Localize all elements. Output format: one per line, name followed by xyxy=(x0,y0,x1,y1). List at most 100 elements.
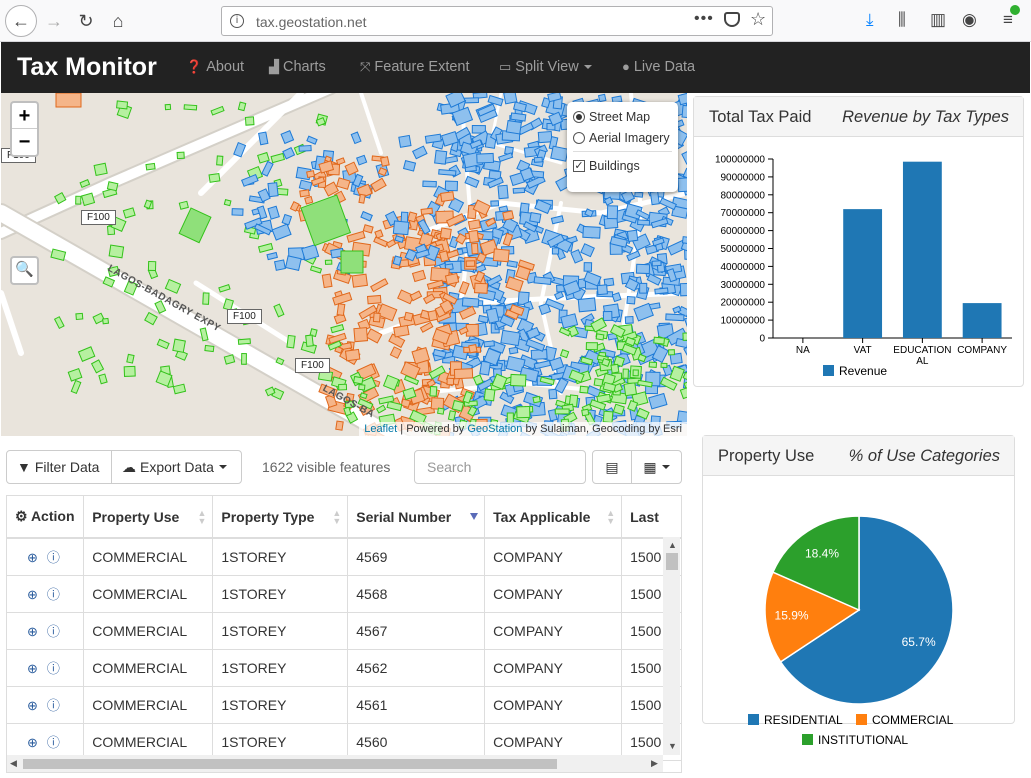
site-info-icon[interactable]: i xyxy=(230,14,244,28)
layer-street-map[interactable]: Street Map xyxy=(573,106,672,127)
reload-icon[interactable]: ↻ xyxy=(70,5,102,37)
address-bar[interactable]: i tax.geostation.net ••• ☆ xyxy=(221,6,773,36)
columns-grid-icon[interactable]: ▦ xyxy=(631,450,682,484)
scroll-right-icon[interactable]: ▶ xyxy=(651,758,658,769)
page-actions-icon[interactable]: ••• xyxy=(694,10,714,28)
scroll-left-icon[interactable]: ◀ xyxy=(10,758,17,769)
bar-educational[interactable] xyxy=(902,161,942,338)
column-header-label: Property Type xyxy=(221,508,315,525)
sidebar-icon[interactable]: ▥ xyxy=(930,10,946,30)
account-icon[interactable]: ◉ xyxy=(962,10,977,30)
filter-data-button[interactable]: ▼ Filter Data xyxy=(6,450,112,484)
x-tick-label: AL xyxy=(916,356,929,367)
info-icon[interactable]: ⓘ xyxy=(47,624,60,639)
column-header-tax-applicable[interactable]: Tax Applicable ▲ ▼ xyxy=(484,496,623,539)
bookmark-star-icon[interactable]: ☆ xyxy=(750,9,766,30)
map-search-icon[interactable]: 🔍 xyxy=(10,256,39,285)
library-icon[interactable]: ⫼ xyxy=(898,10,906,30)
back-arrow-icon[interactable]: ← xyxy=(5,5,37,37)
panel-heading: Property Use % of Use Categories xyxy=(703,436,1014,476)
export-data-button[interactable]: ☁ Export Data xyxy=(111,450,242,484)
layer-aerial-imagery[interactable]: Aerial Imagery xyxy=(573,127,672,148)
search-input[interactable]: Search xyxy=(414,450,586,484)
nav-split-view[interactable]: ▭ Split View xyxy=(499,59,592,75)
info-icon[interactable]: ⓘ xyxy=(47,735,60,750)
scroll-up-icon[interactable]: ▲ xyxy=(668,540,677,550)
table-row[interactable]: ⊕ ⓘ COMMERCIAL 1STOREY 4569 COMPANY 1500 xyxy=(7,538,681,576)
visible-features-count: 1622 visible features xyxy=(262,459,391,475)
y-tick-label: 60000000 xyxy=(721,226,766,237)
row-actions: ⊕ ⓘ xyxy=(7,538,85,576)
y-tick-label: 30000000 xyxy=(721,280,766,291)
table-cell: COMPANY xyxy=(484,649,623,687)
nav-live-data[interactable]: ● Live Data xyxy=(622,59,695,75)
nav-charts-label: Charts xyxy=(283,59,326,75)
question-circle-icon: ❓ xyxy=(186,59,203,74)
zoom-out-button[interactable]: − xyxy=(12,129,37,155)
nav-charts[interactable]: ▟ Charts xyxy=(269,59,326,75)
bar-company[interactable] xyxy=(962,303,1002,338)
panel-title: Total Tax Paid xyxy=(709,108,812,126)
bar-vat[interactable] xyxy=(843,209,883,338)
info-icon[interactable]: ⓘ xyxy=(47,698,60,713)
column-header-last[interactable]: Last xyxy=(621,496,681,539)
nav-feature-extent[interactable]: ⤧ Feature Extent xyxy=(360,59,470,75)
table-cell: 4561 xyxy=(347,686,486,724)
zoom-to-icon[interactable]: ⊕ xyxy=(27,735,38,750)
vertical-scroll-thumb[interactable] xyxy=(666,553,678,570)
legend-label: RESIDENTIAL xyxy=(764,713,843,727)
nav-about[interactable]: ❓ About xyxy=(186,59,244,75)
table-row[interactable]: ⊕ ⓘ COMMERCIAL 1STOREY 4561 COMPANY 1500 xyxy=(7,686,681,724)
x-tick-label: EDUCATION xyxy=(893,345,951,356)
table-row[interactable]: ⊕ ⓘ COMMERCIAL 1STOREY 4562 COMPANY 1500 xyxy=(7,649,681,687)
layer-aerial-imagery-label: Aerial Imagery xyxy=(589,130,670,145)
pocket-icon[interactable] xyxy=(724,12,740,27)
pie-value-label: 15.9% xyxy=(775,609,809,623)
leaflet-link[interactable]: Leaflet xyxy=(364,423,397,435)
zoom-to-icon[interactable]: ⊕ xyxy=(27,587,38,602)
download-icon[interactable]: ⤓ xyxy=(866,10,874,30)
column-header-property-use[interactable]: Property Use ▲ ▼ xyxy=(83,496,214,539)
y-tick-label: 100000000 xyxy=(715,155,765,166)
column-header-label: Last xyxy=(630,508,659,525)
radio-street-map[interactable] xyxy=(573,110,585,123)
horizontal-scroll-thumb[interactable] xyxy=(23,759,557,769)
zoom-to-icon[interactable]: ⊕ xyxy=(27,661,38,676)
forward-arrow-icon[interactable]: → xyxy=(38,5,70,37)
home-icon[interactable]: ⌂ xyxy=(102,5,134,37)
checkbox-buildings[interactable]: ✓ xyxy=(573,159,585,172)
column-header-action[interactable]: ⚙ Action xyxy=(7,496,85,539)
table-row[interactable]: ⊕ ⓘ COMMERCIAL 1STOREY 4567 COMPANY 1500 xyxy=(7,612,681,650)
attribution-text: | Powered by xyxy=(397,423,468,435)
info-icon[interactable]: ⓘ xyxy=(47,661,60,676)
list-view-icon[interactable]: ▤ xyxy=(592,450,632,484)
panel-heading: Total Tax Paid Revenue by Tax Types xyxy=(694,97,1023,137)
brand-title[interactable]: Tax Monitor xyxy=(17,53,157,82)
sort-icon: ▲ ▼ xyxy=(197,508,207,526)
layer-buildings[interactable]: ✓ Buildings xyxy=(573,155,672,176)
table-cell: COMMERCIAL xyxy=(83,575,214,613)
info-icon[interactable]: ⓘ xyxy=(47,550,60,565)
legend-swatch xyxy=(802,734,813,745)
geostation-link[interactable]: GeoStation xyxy=(467,423,522,435)
zoom-to-icon[interactable]: ⊕ xyxy=(27,698,38,713)
legend-label: COMMERCIAL xyxy=(872,713,954,727)
update-badge-icon xyxy=(1010,5,1020,15)
y-tick-label: 70000000 xyxy=(721,208,766,219)
chevron-down-icon xyxy=(218,465,227,469)
radio-aerial-imagery[interactable] xyxy=(573,131,585,144)
x-tick-label: COMPANY xyxy=(957,345,1007,356)
column-header-serial-number[interactable]: Serial Number xyxy=(347,496,486,539)
zoom-to-icon[interactable]: ⊕ xyxy=(27,550,38,565)
info-icon[interactable]: ⓘ xyxy=(47,587,60,602)
zoom-to-icon[interactable]: ⊕ xyxy=(27,624,38,639)
map-view[interactable]: F100 F100 F100 F100 LAGOS-BADAGRY EXPY L… xyxy=(1,93,687,436)
scroll-down-icon[interactable]: ▼ xyxy=(668,741,677,751)
row-actions: ⊕ ⓘ xyxy=(7,649,85,687)
url-text[interactable]: tax.geostation.net xyxy=(256,14,367,30)
table-row[interactable]: ⊕ ⓘ COMMERCIAL 1STOREY 4568 COMPANY 1500 xyxy=(7,575,681,613)
zoom-in-button[interactable]: + xyxy=(12,103,37,129)
pie-value-label: 65.7% xyxy=(902,635,936,649)
column-header-property-type[interactable]: Property Type ▲ ▼ xyxy=(212,496,349,539)
row-actions: ⊕ ⓘ xyxy=(7,575,85,613)
